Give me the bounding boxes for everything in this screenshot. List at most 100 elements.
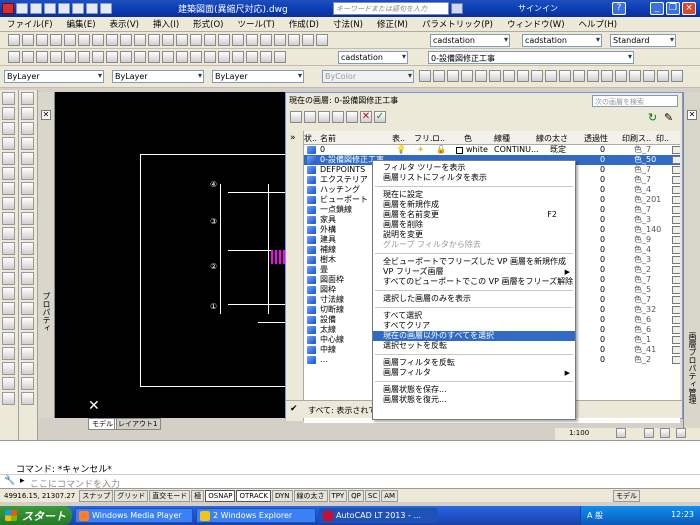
taskbar-item[interactable]: 2 Windows Explorer bbox=[196, 508, 316, 523]
transparency[interactable]: 0 bbox=[600, 145, 605, 155]
polyline-icon[interactable] bbox=[447, 70, 459, 82]
layer-row[interactable]: 0 💡 ☀ 🔓 white CONTINU... 既定 0 色_7 bbox=[304, 145, 680, 155]
transparency[interactable]: 0 bbox=[600, 355, 605, 365]
annotation-style-combo[interactable]: cadstation bbox=[338, 51, 408, 64]
print-icon[interactable] bbox=[672, 326, 680, 334]
print-icon[interactable] bbox=[672, 146, 680, 154]
tool-icon[interactable] bbox=[2, 377, 15, 390]
tool-icon[interactable] bbox=[2, 167, 15, 180]
transparency[interactable]: 0 bbox=[600, 305, 605, 315]
settings-icon[interactable]: ✎ bbox=[664, 111, 676, 124]
circle-icon[interactable] bbox=[503, 70, 515, 82]
print-icon[interactable] bbox=[672, 316, 680, 324]
transparency[interactable]: 0 bbox=[600, 285, 605, 295]
column-header[interactable]: ロ.. bbox=[432, 133, 445, 144]
gradient-icon[interactable] bbox=[629, 70, 641, 82]
linetype-combo[interactable]: ByLayer bbox=[112, 70, 204, 83]
column-header[interactable]: 印刷ス.. bbox=[622, 133, 651, 144]
help-search-input[interactable]: キーワードまたは語句を入力 bbox=[333, 2, 449, 15]
menu-item[interactable]: ヘルプ(H) bbox=[572, 18, 625, 30]
properties-palette-strip[interactable]: ✕ プロパティ bbox=[38, 92, 55, 427]
print-icon[interactable] bbox=[49, 34, 62, 46]
visibility-icon[interactable]: 💡 bbox=[396, 145, 406, 155]
context-menu-item[interactable]: 選択した画層のみを表示 bbox=[373, 294, 575, 304]
print-icon[interactable] bbox=[672, 206, 680, 214]
refresh-icon[interactable]: ↻ bbox=[648, 111, 660, 124]
tool-icon[interactable] bbox=[21, 392, 34, 405]
transparency[interactable]: 0 bbox=[600, 205, 605, 215]
cut-icon[interactable] bbox=[91, 34, 104, 46]
spline-icon[interactable] bbox=[531, 70, 543, 82]
freeze-icon[interactable]: ☀ bbox=[417, 145, 424, 155]
insert-block-icon[interactable] bbox=[573, 70, 585, 82]
region-icon[interactable] bbox=[643, 70, 655, 82]
context-menu-item[interactable]: 画層状態を保存... bbox=[373, 385, 575, 395]
context-menu-item[interactable]: 説明を変更 bbox=[373, 230, 575, 240]
transparency[interactable]: 0 bbox=[600, 255, 605, 265]
tool-icon[interactable] bbox=[21, 212, 34, 225]
print-icon[interactable] bbox=[672, 186, 680, 194]
print-icon[interactable] bbox=[672, 246, 680, 254]
print-icon[interactable] bbox=[672, 176, 680, 184]
color-swatch[interactable] bbox=[456, 147, 463, 154]
context-menu-item[interactable]: 画層フィルタ ▶ bbox=[373, 368, 575, 378]
transparency[interactable]: 0 bbox=[600, 195, 605, 205]
status-toggle[interactable]: OTRACK bbox=[236, 489, 271, 502]
new-vp-layer-icon[interactable] bbox=[346, 111, 358, 123]
jog-line-icon[interactable] bbox=[231, 51, 244, 63]
tool-icon[interactable] bbox=[21, 272, 34, 285]
menu-item[interactable]: ツール(T) bbox=[230, 18, 281, 30]
tolerance-icon[interactable] bbox=[189, 51, 202, 63]
transparency[interactable]: 0 bbox=[600, 345, 605, 355]
print-icon[interactable] bbox=[672, 156, 680, 164]
tool-icon[interactable] bbox=[2, 272, 15, 285]
column-header[interactable]: 印.. bbox=[656, 133, 669, 144]
print-icon[interactable] bbox=[672, 226, 680, 234]
table-style-combo[interactable]: Standard bbox=[610, 34, 676, 47]
context-menu-item[interactable]: 画層フィルタを反転 bbox=[373, 358, 575, 368]
app-menu-icon[interactable] bbox=[2, 3, 14, 14]
filter-icon[interactable]: ✔ bbox=[290, 404, 298, 414]
set-current-icon[interactable]: ✓ bbox=[374, 111, 386, 123]
line-icon[interactable] bbox=[419, 70, 431, 82]
tool-icon[interactable] bbox=[21, 92, 34, 105]
tool-icon[interactable] bbox=[2, 137, 15, 150]
tool-icon[interactable] bbox=[2, 347, 15, 360]
rectangle-icon[interactable] bbox=[475, 70, 487, 82]
print-icon[interactable] bbox=[672, 236, 680, 244]
status-toggle[interactable]: 直交モード bbox=[149, 489, 191, 502]
print-icon[interactable] bbox=[672, 166, 680, 174]
tool-icon[interactable] bbox=[2, 317, 15, 330]
new-filter-icon[interactable] bbox=[290, 111, 302, 123]
tool-icon[interactable] bbox=[21, 347, 34, 360]
menu-item[interactable]: 寸法(N) bbox=[326, 18, 370, 30]
linetype[interactable]: CONTINU... bbox=[494, 145, 539, 155]
match-icon[interactable] bbox=[133, 34, 146, 46]
context-menu-item[interactable]: すべて選択 bbox=[373, 311, 575, 321]
xline-icon[interactable] bbox=[433, 70, 445, 82]
redo-icon[interactable] bbox=[100, 3, 112, 14]
dim-angular-icon[interactable] bbox=[105, 51, 118, 63]
tool-icon[interactable] bbox=[21, 152, 34, 165]
transparency[interactable]: 0 bbox=[600, 335, 605, 345]
redo-icon[interactable] bbox=[175, 34, 188, 46]
annotation-icon[interactable] bbox=[616, 428, 626, 438]
column-header[interactable]: 透過性 bbox=[584, 133, 608, 144]
print-icon[interactable] bbox=[672, 306, 680, 314]
status-toggle[interactable]: SC bbox=[364, 489, 381, 502]
markup-icon[interactable] bbox=[287, 34, 300, 46]
column-header[interactable]: 線種 bbox=[494, 133, 510, 144]
dim-text-edit-icon[interactable] bbox=[259, 51, 272, 63]
tool-icon[interactable] bbox=[21, 302, 34, 315]
preview-icon[interactable] bbox=[63, 34, 76, 46]
viewport-scale[interactable]: 1:100 bbox=[569, 429, 589, 437]
drawing-canvas[interactable]: ④ ③ ② ① ✕ bbox=[38, 92, 285, 427]
column-header[interactable]: 表.. bbox=[392, 133, 405, 144]
tool-icon[interactable] bbox=[21, 317, 34, 330]
tool-icon[interactable] bbox=[21, 137, 34, 150]
restore-icon[interactable]: ❐ bbox=[666, 2, 680, 15]
palette-icon[interactable] bbox=[273, 34, 286, 46]
transparency[interactable]: 0 bbox=[600, 165, 605, 175]
status-toggle[interactable]: TPY bbox=[328, 489, 348, 502]
context-menu-item[interactable]: 全ビューポートでフリーズした VP 画層を新規作成 bbox=[373, 257, 575, 267]
